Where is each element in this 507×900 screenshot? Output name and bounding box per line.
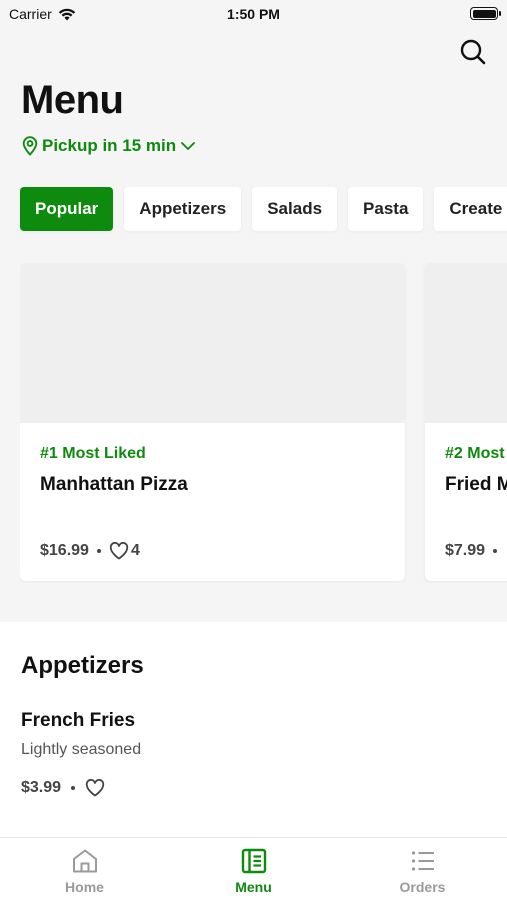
separator-dot [71, 786, 76, 790]
tab-home[interactable]: Home [0, 838, 169, 900]
featured-card[interactable]: #1 Most Liked Manhattan Pizza $16.99 4 [20, 263, 405, 581]
item-image-placeholder [20, 263, 405, 423]
category-chip-popular[interactable]: Popular [20, 187, 114, 231]
status-time: 1:50 PM [227, 6, 280, 22]
pickup-selector[interactable]: Pickup in 15 min [22, 136, 196, 156]
battery-icon [470, 7, 501, 20]
section-title: Appetizers [21, 652, 144, 679]
tab-label: Menu [235, 879, 272, 895]
chevron-down-icon [181, 142, 196, 150]
item-meta: $3.99 [21, 779, 491, 797]
item-meta: $7.99 [445, 542, 498, 560]
menu-book-icon [241, 848, 266, 874]
tab-label: Home [65, 879, 104, 895]
pickup-label: Pickup in 15 min [42, 136, 177, 155]
separator-dot [493, 549, 498, 553]
list-icon [411, 851, 434, 871]
status-bar: Carrier 1:50 PM [0, 0, 507, 28]
category-tabs: Popular Appetizers Salads Pasta Create [20, 187, 507, 231]
category-chip-pasta[interactable]: Pasta [348, 187, 424, 231]
like-count-value: 4 [130, 542, 140, 559]
like-count: 4 [109, 542, 140, 560]
search-icon [460, 39, 486, 65]
item-image-placeholder [425, 263, 507, 423]
search-button[interactable] [458, 37, 488, 67]
location-pin-icon [22, 136, 38, 156]
tab-bar: Home Menu Orders [0, 837, 507, 900]
rank-label: #1 Most Liked [40, 445, 146, 462]
home-icon [72, 849, 97, 873]
heart-icon[interactable] [85, 779, 105, 797]
item-description: Lightly seasoned [21, 741, 142, 758]
rank-label: #2 Most [445, 445, 505, 462]
item-price: $16.99 [40, 542, 89, 559]
item-name: Manhattan Pizza [40, 474, 188, 495]
category-chip-create[interactable]: Create [434, 187, 507, 231]
category-chip-appetizers[interactable]: Appetizers [124, 187, 242, 231]
separator-dot [96, 549, 101, 553]
page-title: Menu [21, 78, 124, 122]
item-name: Fried M [445, 474, 507, 495]
heart-icon [109, 542, 129, 560]
menu-section: Appetizers French Fries Lightly seasoned… [0, 622, 507, 837]
category-chip-salads[interactable]: Salads [252, 187, 338, 231]
item-price: $7.99 [445, 542, 486, 559]
featured-carousel[interactable]: #1 Most Liked Manhattan Pizza $16.99 4 #… [20, 263, 507, 583]
tab-menu[interactable]: Menu [169, 838, 338, 900]
menu-item[interactable]: French Fries Lightly seasoned $3.99 [21, 710, 491, 797]
featured-card[interactable]: #2 Most Fried M $7.99 [425, 263, 507, 581]
item-meta: $16.99 4 [40, 542, 140, 560]
tab-orders[interactable]: Orders [338, 838, 507, 900]
item-name: French Fries [21, 710, 136, 731]
item-price: $3.99 [21, 779, 62, 796]
tab-label: Orders [399, 879, 446, 895]
